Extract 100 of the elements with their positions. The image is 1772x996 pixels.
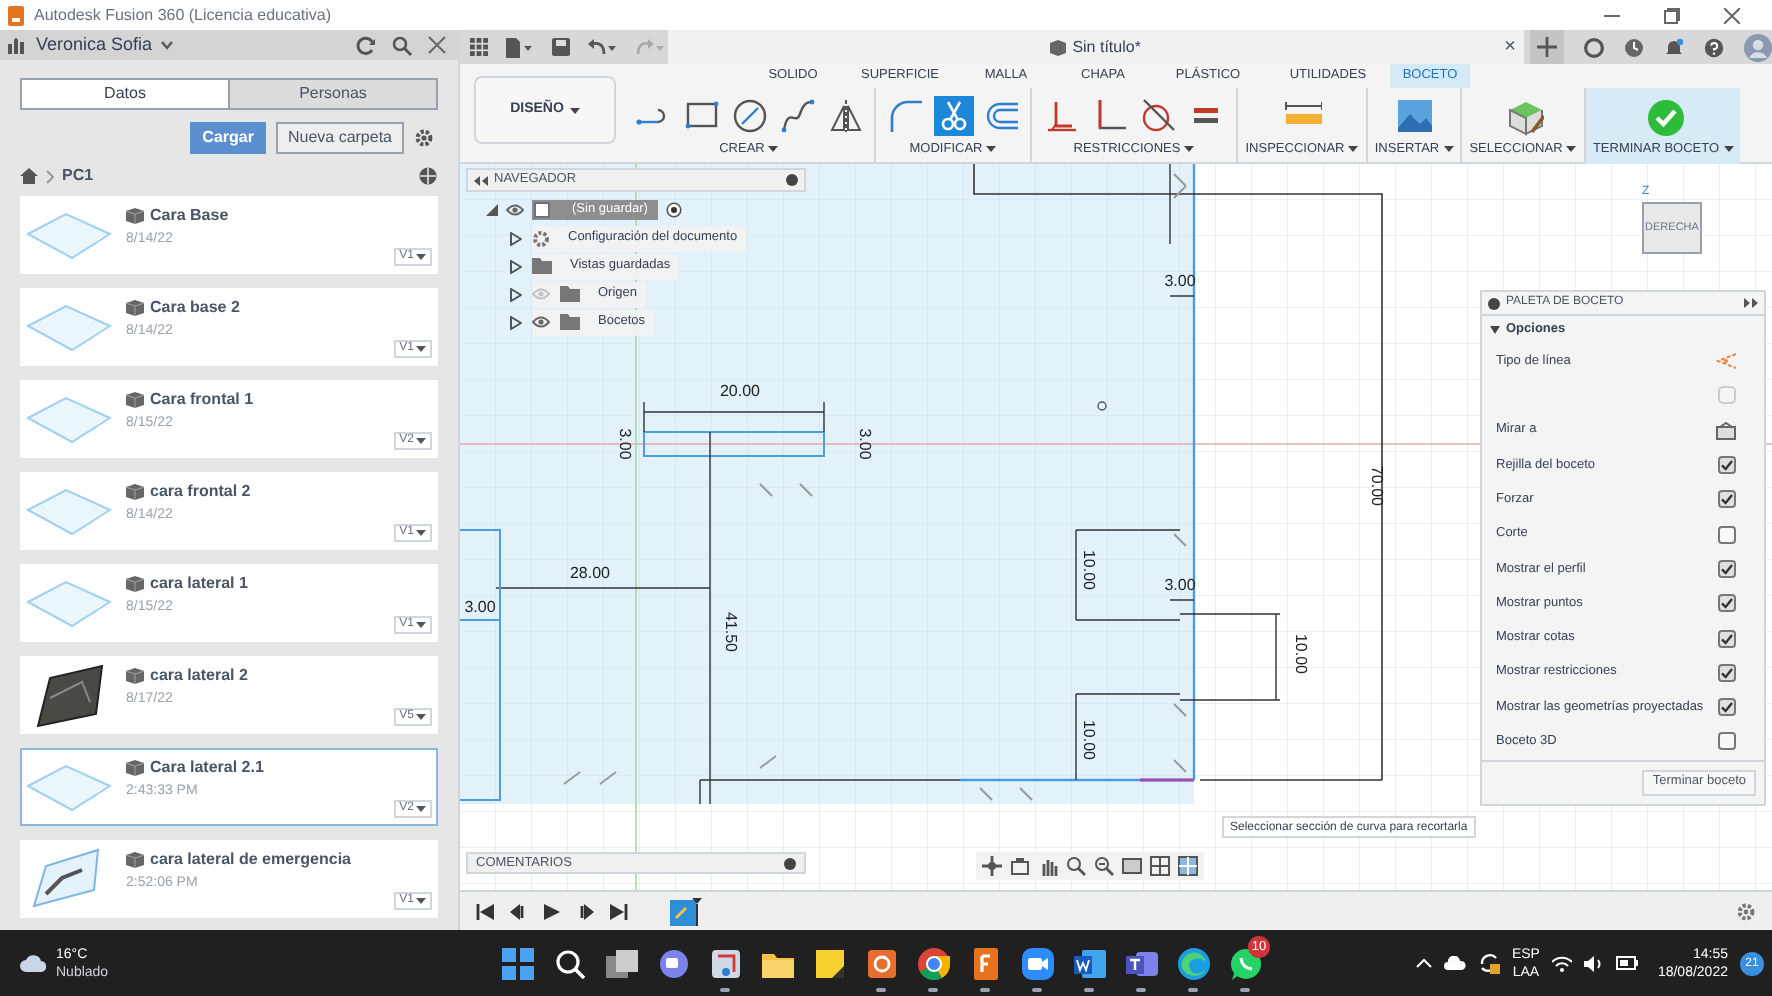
dimension-label[interactable]: 3.00 [616,428,634,460]
wifi-icon[interactable] [1551,955,1572,971]
document-tab[interactable]: Sin título* × [667,30,1524,64]
ring-app-icon[interactable] [863,945,899,981]
cloud-icon[interactable] [20,954,48,972]
refresh-icon[interactable] [356,35,376,55]
video-call-icon[interactable] [1019,945,1055,981]
zoom-window-icon[interactable] [1094,856,1114,876]
select-tool-icon[interactable] [1503,96,1543,136]
grid-icon[interactable] [1150,856,1170,876]
checkbox[interactable] [1718,490,1736,509]
cloud-icon[interactable] [1443,956,1466,970]
word-icon[interactable] [1071,945,1107,981]
caret-icon [416,254,426,260]
eye-icon[interactable] [506,204,524,216]
orbit-icon[interactable] [982,856,1002,876]
running-indicator [1136,988,1146,992]
help-icon[interactable] [1704,37,1724,57]
new-tab-icon[interactable] [1530,30,1564,64]
battery-icon[interactable] [1615,956,1638,970]
save-icon[interactable] [552,38,570,56]
checkbox[interactable] [1718,559,1736,578]
viewport-icon[interactable] [1178,856,1198,876]
running-indicator [1084,988,1094,992]
breadcrumb-folder[interactable]: PC1 [62,164,94,188]
search-icon[interactable] [551,945,587,981]
dimension-label[interactable]: 10.00 [1080,549,1098,591]
checkbox[interactable] [1718,629,1736,648]
collapse-icon[interactable] [474,175,488,185]
checkbox[interactable] [1718,525,1736,544]
pin-icon[interactable] [1488,297,1500,309]
fix-tool-icon[interactable] [1042,96,1082,136]
settings-icon[interactable] [414,128,434,148]
step-forward-icon[interactable] [576,903,594,919]
new-folder-button[interactable]: Nueva carpeta [275,122,404,154]
checkbox[interactable] [1718,594,1736,613]
dimension-label[interactable]: 28.00 [569,564,611,582]
dimension-label[interactable]: 3.00 [856,428,874,460]
snipping-tool-icon[interactable] [707,945,743,981]
windows-logo-icon[interactable] [499,945,535,981]
zoom-icon[interactable] [1066,856,1086,876]
expand-arrow-icon[interactable] [1490,326,1500,334]
checkbox[interactable] [1718,456,1736,475]
image-tool-icon[interactable] [1394,96,1434,136]
chat-bubble-icon[interactable] [1227,945,1263,981]
pin-icon[interactable] [786,174,798,186]
camera-icon[interactable] [1010,856,1030,876]
undo-icon[interactable] [588,38,618,56]
caret-icon [1184,146,1195,153]
skip-start-icon[interactable] [476,903,494,919]
caret-icon [986,146,997,153]
dimension-label[interactable]: 70.00 [1368,465,1386,507]
step-back-icon[interactable] [510,903,528,919]
grid-icon[interactable] [470,38,488,56]
globe-icon[interactable] [418,166,438,186]
notification-icon[interactable] [1664,37,1684,57]
close-icon[interactable] [428,36,446,54]
caret-icon[interactable] [160,40,175,50]
mirror-tool-icon[interactable] [825,96,865,136]
chevron-icon[interactable] [1415,958,1432,968]
dimension-label[interactable]: 41.50 [722,611,740,653]
chat-icon[interactable] [655,945,691,981]
expand-icon[interactable] [1744,298,1758,308]
circle-tool-icon[interactable] [729,96,769,136]
clock-icon[interactable] [1624,37,1644,57]
chrome-logo-icon[interactable] [915,945,951,981]
pin-icon[interactable] [784,857,796,869]
eye-icon[interactable] [532,316,550,328]
panel-tab[interactable]: Datos [22,80,228,108]
spline-tool-icon[interactable] [777,96,817,136]
active-radio-icon[interactable] [665,202,682,218]
look-at-icon[interactable] [1716,421,1736,440]
caret-icon [1443,146,1454,153]
sticky-note-icon[interactable] [811,945,847,981]
checkbox[interactable] [1718,732,1736,751]
display-icon[interactable] [1122,856,1142,876]
dimension-label[interactable]: 20.00 [719,382,761,400]
tab-close-button[interactable]: × [1504,37,1516,57]
close-icon[interactable] [1724,7,1740,23]
tangent-tool-icon[interactable] [1138,96,1178,136]
task-view-icon[interactable] [603,945,639,981]
dimension-label[interactable]: 10.00 [1292,633,1310,675]
speaker-icon[interactable] [1583,955,1604,971]
job-status-icon[interactable] [1584,37,1604,57]
fillet-tool-icon[interactable] [885,96,925,136]
checkbox[interactable] [1718,663,1736,682]
browser-wave-icon[interactable] [1175,945,1211,981]
dimension-label[interactable]: 10.00 [1080,719,1098,761]
skip-end-icon[interactable] [610,903,628,919]
panel-tab[interactable]: Personas [228,80,436,108]
dimension-label[interactable]: 3.00 [464,598,496,616]
sync-icon[interactable] [1477,952,1500,974]
settings-icon[interactable] [1736,901,1756,921]
sketch-feature-icon[interactable] [670,897,702,925]
file-icon[interactable] [506,37,534,57]
checkbox[interactable] [1718,698,1736,717]
home-icon[interactable] [20,168,38,184]
restore-icon[interactable] [1664,7,1680,23]
play-icon[interactable] [544,903,560,919]
expand-arrow-icon[interactable] [486,204,498,216]
